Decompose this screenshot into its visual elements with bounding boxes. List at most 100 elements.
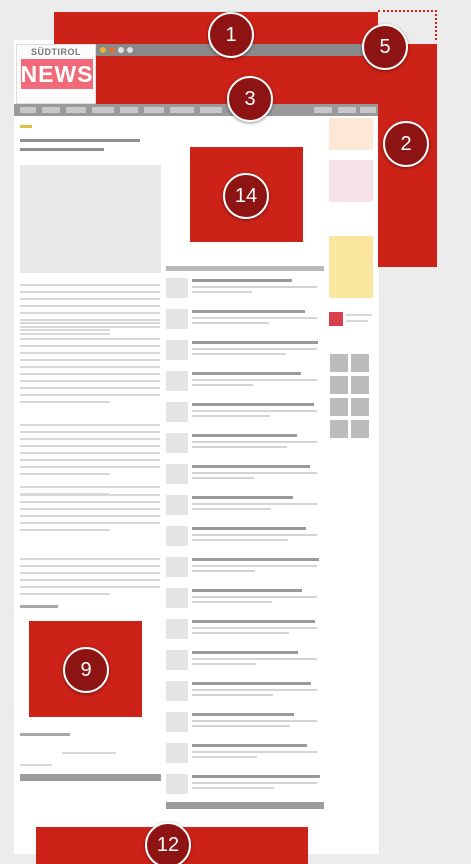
more-news-bar[interactable]: [166, 802, 324, 809]
list-item[interactable]: [166, 307, 324, 333]
text-line-placeholder: [20, 345, 160, 347]
list-line: [192, 348, 317, 350]
list-item[interactable]: [166, 276, 324, 302]
logo-top-text: SÜDTIROL: [31, 47, 81, 57]
sidebar-photo-thumb[interactable]: [330, 354, 348, 372]
callout-badge-9: 9: [63, 647, 109, 693]
social-icon[interactable]: [127, 47, 133, 53]
nav-item[interactable]: [144, 107, 164, 113]
list-line: [192, 477, 254, 479]
social-icon[interactable]: [118, 47, 124, 53]
list-line: [192, 694, 273, 696]
text-line-placeholder: [20, 329, 110, 331]
text-line-placeholder: [20, 387, 160, 389]
list-line: [192, 782, 317, 784]
list-thumb: [166, 712, 188, 732]
sidebar-photo-thumb[interactable]: [351, 376, 369, 394]
comment-submit-bar[interactable]: [20, 774, 161, 781]
nav-item[interactable]: [170, 107, 194, 113]
nav-item[interactable]: [338, 107, 356, 113]
list-line: [192, 620, 315, 623]
text-line-placeholder: [20, 326, 160, 328]
list-line: [192, 403, 314, 406]
share-buttons-placeholder[interactable]: [20, 605, 58, 608]
social-icon[interactable]: [100, 47, 106, 53]
text-line-placeholder: [20, 494, 160, 496]
list-item[interactable]: [166, 772, 324, 798]
nav-item[interactable]: [120, 107, 138, 113]
list-item[interactable]: [166, 679, 324, 705]
list-line: [192, 310, 305, 313]
list-line: [192, 503, 317, 505]
list-item[interactable]: [166, 462, 324, 488]
sidebar-photo-thumb[interactable]: [351, 398, 369, 416]
text-line-placeholder: [20, 352, 160, 354]
list-item[interactable]: [166, 710, 324, 736]
main-navigation-bar[interactable]: [14, 104, 379, 116]
sidebar-photo-thumb[interactable]: [330, 376, 348, 394]
list-line: [192, 627, 317, 629]
sidebar-photo-thumb[interactable]: [330, 420, 348, 438]
list-line: [192, 651, 298, 654]
list-item[interactable]: [166, 431, 324, 457]
list-line: [192, 534, 317, 536]
sidebar-text-placeholder: [346, 314, 372, 316]
list-item[interactable]: [166, 648, 324, 674]
text-line-placeholder: [20, 459, 160, 461]
text-line-placeholder: [20, 373, 160, 375]
nav-item[interactable]: [20, 107, 36, 113]
text-line-placeholder: [20, 579, 160, 581]
text-line-placeholder: [20, 452, 160, 454]
list-item[interactable]: [166, 369, 324, 395]
nav-item[interactable]: [314, 107, 332, 113]
list-item[interactable]: [166, 741, 324, 767]
list-line: [192, 658, 317, 660]
list-line: [192, 472, 317, 474]
list-line: [192, 446, 287, 448]
text-line-placeholder: [20, 298, 160, 300]
site-logo[interactable]: SÜDTIROL NEWS: [16, 44, 96, 104]
text-line-placeholder: [20, 359, 160, 361]
list-thumb: [166, 526, 188, 546]
nav-item[interactable]: [200, 107, 222, 113]
list-line: [192, 682, 311, 685]
list-item[interactable]: [166, 524, 324, 550]
sidebar-ad-1[interactable]: [329, 118, 373, 150]
nav-item[interactable]: [92, 107, 114, 113]
sidebar-photo-thumb[interactable]: [351, 354, 369, 372]
social-icon[interactable]: [109, 47, 115, 53]
comments-info-placeholder: [62, 752, 116, 754]
list-line: [192, 589, 302, 592]
list-line: [192, 539, 288, 541]
list-item[interactable]: [166, 338, 324, 364]
list-line: [192, 775, 320, 778]
list-item[interactable]: [166, 617, 324, 643]
callout-badge-5: 5: [362, 24, 408, 70]
sidebar-photo-thumb[interactable]: [351, 420, 369, 438]
text-line-placeholder: [20, 322, 160, 324]
list-line: [192, 787, 274, 789]
nav-item[interactable]: [42, 107, 60, 113]
nav-item[interactable]: [66, 107, 86, 113]
list-thumb: [166, 433, 188, 453]
sidebar-ad-3[interactable]: [329, 236, 373, 298]
list-item[interactable]: [166, 493, 324, 519]
list-line: [192, 720, 317, 722]
sidebar-photo-thumb[interactable]: [330, 398, 348, 416]
text-line-placeholder: [20, 572, 160, 574]
sidebar-logo-icon[interactable]: [329, 312, 343, 326]
list-thumb: [166, 495, 188, 515]
sidebar-ad-2[interactable]: [329, 160, 373, 202]
list-line: [192, 725, 290, 727]
article-headline-placeholder[interactable]: [20, 135, 160, 151]
text-line-placeholder: [20, 522, 160, 524]
list-thumb: [166, 774, 188, 794]
text-line-placeholder: [20, 401, 110, 403]
list-item[interactable]: [166, 400, 324, 426]
list-line: [192, 601, 272, 603]
list-item[interactable]: [166, 555, 324, 581]
nav-item[interactable]: [360, 107, 376, 113]
comments-heading-placeholder: [20, 733, 70, 736]
text-line-placeholder: [20, 333, 110, 335]
list-item[interactable]: [166, 586, 324, 612]
